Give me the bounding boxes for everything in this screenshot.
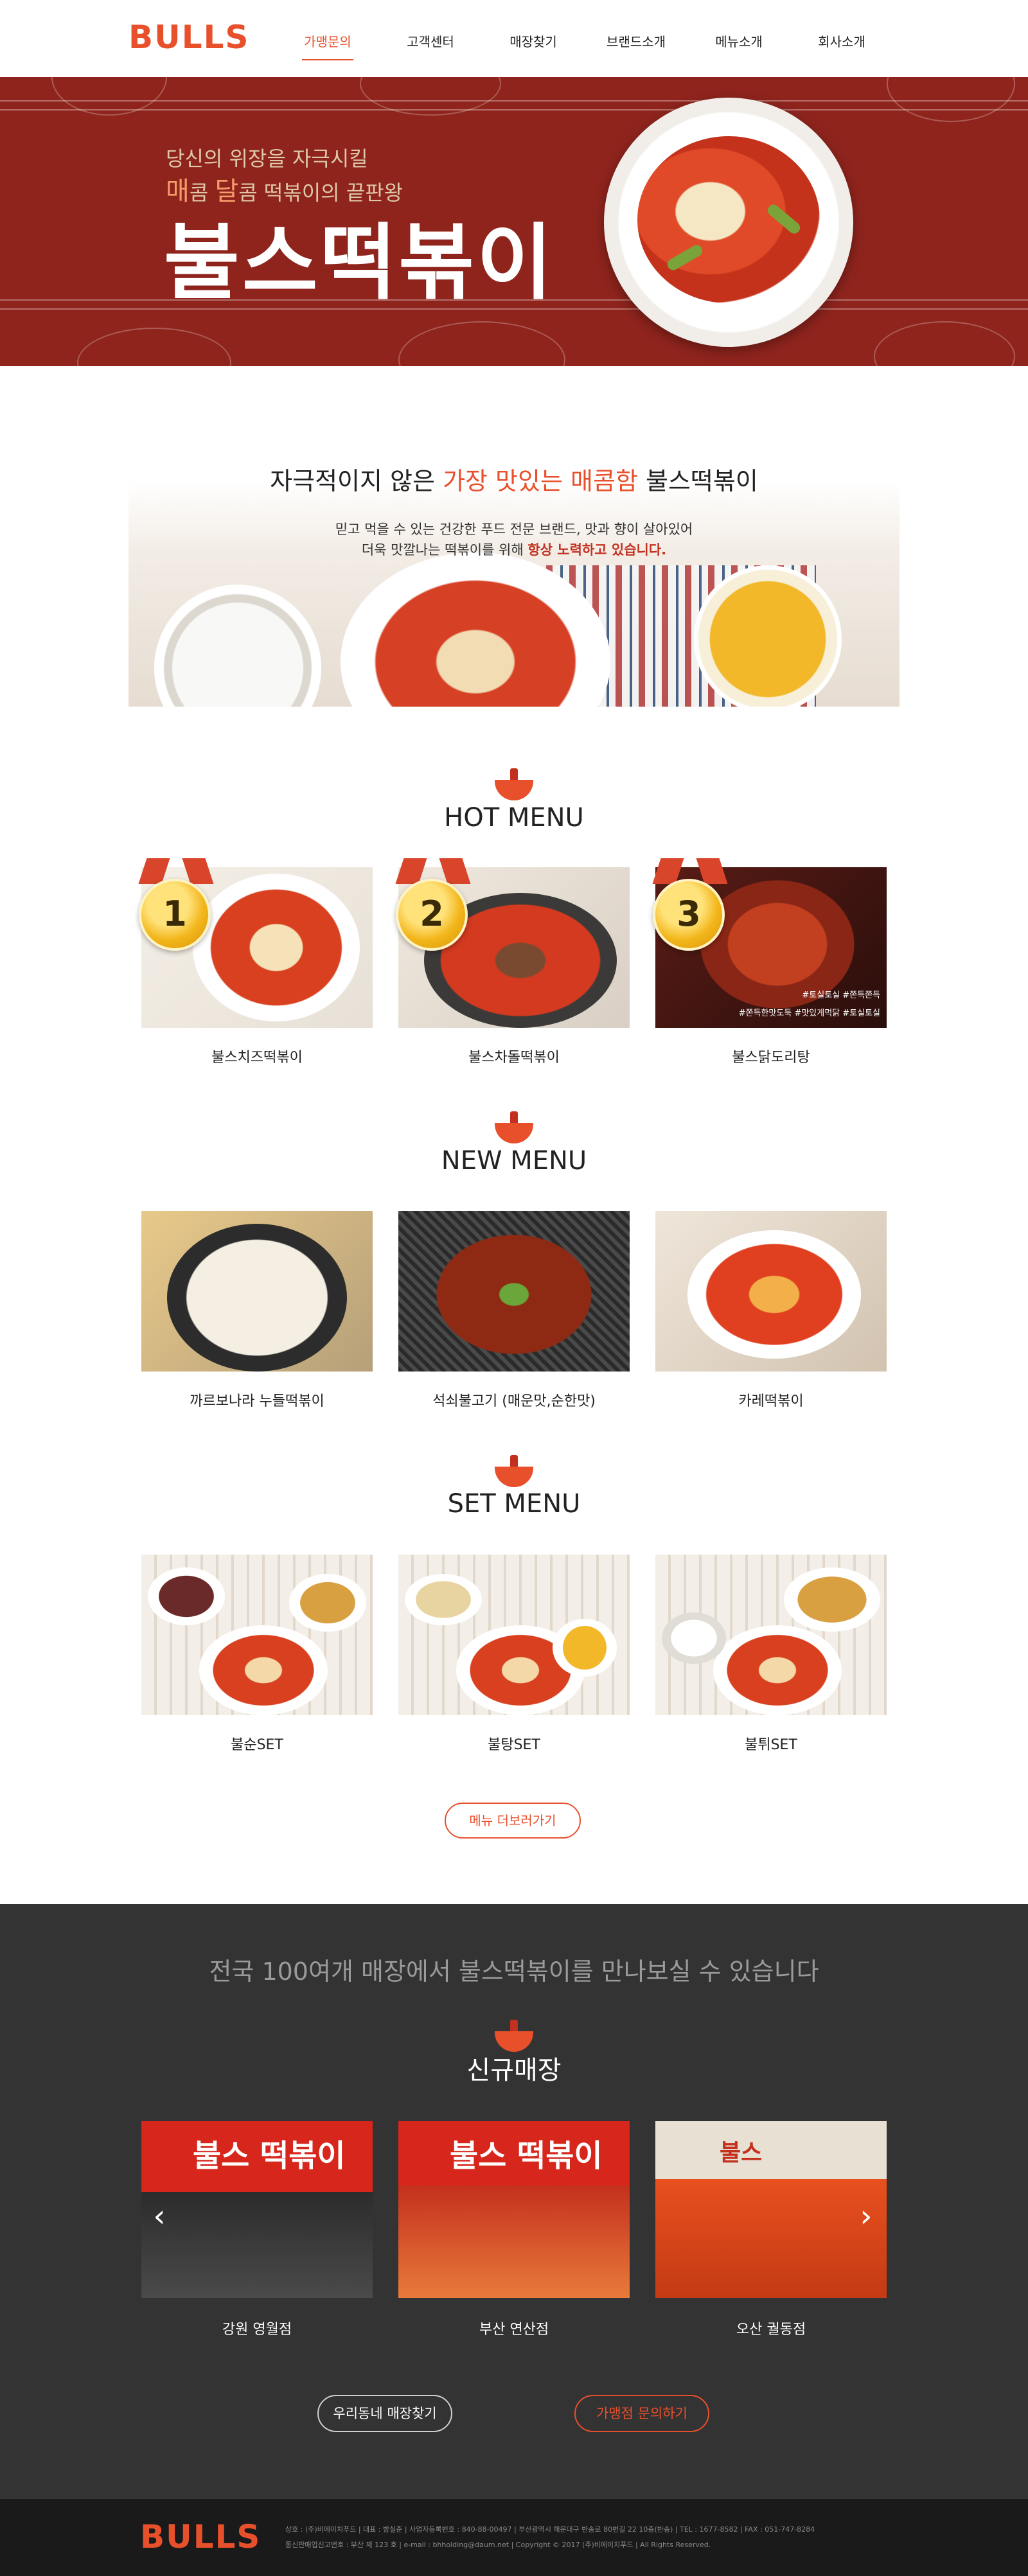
intro-desc-hl: 항상 노력하고 있습니다. <box>527 542 667 558</box>
intro-desc-text: 더욱 맛깔나는 떡볶이를 위해 <box>361 542 528 558</box>
hashtags: #토실토실 #쫀득쫀득 #쫀득한맛도둑 #맛있게먹닭 #토실토실 <box>739 987 880 1023</box>
menu-label: 불탕SET <box>488 1737 540 1753</box>
hero-swirl <box>874 321 1015 366</box>
medal-icon: 1 <box>139 879 211 951</box>
footer-line: 통신판매업신고번호 : 부산 제 123 호 | e-mail : bhhold… <box>285 2541 711 2549</box>
food-image <box>553 1619 617 1677</box>
medal-icon: 3 <box>653 879 725 951</box>
bowl-fork-icon <box>495 1455 533 1487</box>
menu-image <box>655 1555 887 1715</box>
nav-item-franchise[interactable]: 가맹문의 <box>276 0 379 77</box>
footer-line: 상호 : (주)비에이치푸드 | 대표 : 방실준 | 사업자등록번호 : 84… <box>285 2525 815 2534</box>
hero-food-image <box>604 98 853 347</box>
store-sign: 불스 <box>655 2121 887 2179</box>
food-image <box>662 1612 726 1664</box>
store-label: 오산 궐동점 <box>736 2322 806 2338</box>
food-image <box>148 1567 225 1625</box>
site-footer: BULLS 상호 : (주)비에이치푸드 | 대표 : 방실준 | 사업자등록번… <box>0 2499 1028 2576</box>
hero-decor-line <box>0 109 1028 110</box>
store-image: 불스 떡볶이 <box>141 2121 373 2298</box>
menu-label: 불스닭도리탕 <box>732 1050 810 1066</box>
nav-item-company[interactable]: 회사소개 <box>790 0 893 77</box>
food-image <box>289 1574 366 1632</box>
store-sign-text: 불스 떡볶이 <box>193 2138 346 2174</box>
intro-title-text <box>563 467 571 495</box>
nav-item-store-finder[interactable]: 매장찾기 <box>482 0 585 77</box>
intro-title-hl: 가장 맛있는 <box>443 467 563 495</box>
footer-logo[interactable]: BULLS <box>140 2518 261 2555</box>
store-label: 강원 영월점 <box>222 2322 292 2338</box>
logo[interactable]: BULLS <box>128 18 251 57</box>
hero-swirl <box>887 77 1015 122</box>
intro-image <box>128 482 900 707</box>
storefront <box>655 2179 887 2298</box>
food-image <box>687 1230 861 1359</box>
franchise-inquiry-button[interactable]: 가맹점 문의하기 <box>574 2395 709 2432</box>
hashtag-line: #쫀득한맛도둑 #맛있게먹닭 #토실토실 <box>738 1009 880 1018</box>
menu-label: 불스치즈떡볶이 <box>211 1050 303 1066</box>
menu-image <box>398 1211 630 1372</box>
hero-swirl <box>77 328 231 366</box>
intro-description-2: 더욱 맛깔나는 떡볶이를 위해 항상 노력하고 있습니다. <box>0 540 1028 559</box>
hero-title: 불스떡볶이 <box>164 215 555 311</box>
menu-label: 불튀SET <box>745 1737 797 1753</box>
store-sign: 불스 떡볶이 <box>398 2121 630 2185</box>
bowl-fork-icon <box>495 2020 533 2052</box>
food-image <box>430 1230 598 1359</box>
menu-label: 불순SET <box>231 1737 283 1753</box>
intro-title-text: 불스떡볶이 <box>637 467 758 495</box>
soup-bowl-image <box>694 565 842 707</box>
menu-image <box>141 1555 373 1715</box>
menu-label: 까르보나라 누들떡볶이 <box>190 1393 324 1409</box>
intro-title-text: 자극적이지 않은 <box>270 467 443 495</box>
intro-title: 자극적이지 않은 가장 맛있는 매콤함 불스떡볶이 <box>0 461 1028 497</box>
main-nav: 가맹문의 고객센터 매장찾기 브랜드소개 메뉴소개 회사소개 <box>276 0 893 77</box>
site-header: BULLS 가맹문의 고객센터 매장찾기 브랜드소개 메뉴소개 회사소개 <box>0 0 1028 77</box>
intro-description-1: 믿고 먹을 수 있는 건강한 푸드 전문 브랜드, 맛과 향이 살아있어 <box>335 522 693 537</box>
store-image: 불스 <box>655 2121 887 2298</box>
stores-headline: 전국 100여개 매장에서 불스떡볶이를 만나보실 수 있습니다 <box>209 1957 819 1986</box>
chevron-right-icon[interactable]: › <box>853 2197 879 2236</box>
hero-banner: 당신의 위장을 자극시킬 매콤 달콤 떡볶이의 끝판왕 불스떡볶이 <box>0 77 1028 366</box>
food-image <box>784 1567 880 1632</box>
food-image <box>199 1625 328 1715</box>
food-image <box>193 874 360 1021</box>
menu-label: 카레떡볶이 <box>738 1393 804 1409</box>
menu-label: 석쇠불고기 (매운맛,순한맛) <box>432 1393 596 1409</box>
nav-item-customer-center[interactable]: 고객센터 <box>379 0 482 77</box>
new-menu-title: NEW MENU <box>441 1146 587 1176</box>
hero-swirl <box>398 321 565 366</box>
nav-item-menu[interactable]: 메뉴소개 <box>687 0 790 77</box>
menu-image <box>655 1211 887 1372</box>
footer-info: 상호 : (주)비에이치푸드 | 대표 : 방실준 | 사업자등록번호 : 84… <box>285 2522 902 2553</box>
menu-image <box>141 1211 373 1372</box>
more-menu-button[interactable]: 메뉴 더보러가기 <box>445 1803 581 1839</box>
nav-item-brand[interactable]: 브랜드소개 <box>585 0 687 77</box>
store-sign-text: 불스 <box>720 2140 763 2166</box>
set-menu-title: SET MENU <box>447 1489 581 1519</box>
store-image: 불스 떡볶이 <box>398 2121 630 2298</box>
hero-tagline-1: 당신의 위장을 자극시킬 <box>166 146 368 171</box>
intro-title-hl: 매콤함 <box>571 467 638 495</box>
store-sign: 불스 떡볶이 <box>141 2121 373 2192</box>
logo-text: BULLS <box>128 19 250 56</box>
store-sign-text: 불스 떡볶이 <box>450 2138 603 2174</box>
new-stores-title: 신규매장 <box>466 2056 562 2085</box>
bowl-fork-icon <box>495 1111 533 1143</box>
hot-menu-title: HOT MENU <box>444 803 584 833</box>
storefront <box>398 2185 630 2298</box>
menu-label: 불스차돌떡볶이 <box>468 1050 560 1066</box>
chevron-left-icon[interactable]: ‹ <box>146 2197 172 2236</box>
medal-icon: 2 <box>396 879 468 951</box>
store-finder-button[interactable]: 우리동네 매장찾기 <box>317 2395 452 2432</box>
noodle-bowl-image <box>154 585 321 707</box>
bowl-fork-icon <box>495 768 533 800</box>
food-image <box>167 1224 347 1372</box>
store-label: 부산 연산점 <box>479 2322 549 2338</box>
storefront <box>141 2192 373 2298</box>
food-image <box>405 1574 482 1625</box>
food-image <box>713 1625 842 1715</box>
menu-image <box>398 1555 630 1715</box>
hashtag-line: #토실토실 #쫀득쫀득 <box>802 991 880 1000</box>
